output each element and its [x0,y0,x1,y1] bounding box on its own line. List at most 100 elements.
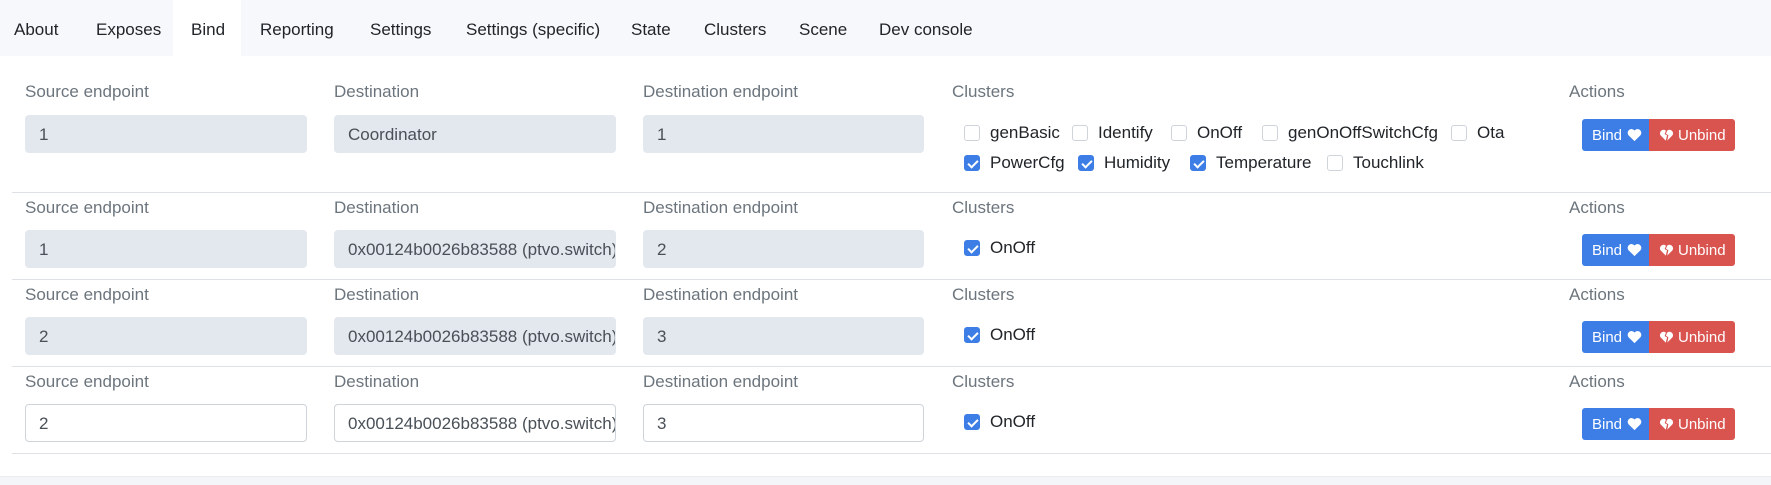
actions-label: Actions [1569,198,1625,217]
destination-endpoint-label: Destination endpoint [643,82,799,101]
cluster-name: Identify [1098,123,1153,142]
source-endpoint-label: Source endpoint [25,82,149,101]
unbind-button[interactable]: Unbind [1649,119,1735,151]
source-endpoint-select[interactable]: 1 [25,230,307,268]
cluster-name: OnOff [990,412,1036,431]
cluster-name: OnOff [990,238,1036,257]
cluster-checkbox-onoff[interactable]: OnOff [1171,123,1242,143]
checkbox-box[interactable] [1262,125,1278,141]
checkbox-box[interactable] [1072,125,1088,141]
bind-label: Bind [1592,415,1623,433]
heart-broken-icon [1659,129,1674,141]
destination-endpoint-label: Destination endpoint [643,285,799,304]
cluster-name: genOnOffSwitchCfg [1288,123,1438,142]
source-endpoint-label: Source endpoint [25,285,149,304]
destination-label: Destination [334,198,420,217]
destination-select[interactable]: 0x00124b0026b83588 (ptvo.switch) [334,404,616,442]
destination-endpoint-select[interactable]: 2 [643,230,924,268]
destination-endpoint-label: Destination endpoint [643,198,799,217]
tab-scene[interactable]: Scene [785,0,865,56]
cluster-name: PowerCfg [990,153,1065,172]
destination-endpoint-label: Destination endpoint [643,372,799,391]
source-endpoint-label: Source endpoint [25,198,149,217]
unbind-button[interactable]: Unbind [1649,408,1735,440]
source-endpoint-select[interactable]: 2 [25,317,307,355]
checkbox-box[interactable] [1327,155,1343,171]
unbind-button[interactable]: Unbind [1649,321,1735,353]
destination-endpoint-select[interactable]: 1 [643,115,924,153]
cluster-name: genBasic [990,123,1060,142]
actions-label: Actions [1569,82,1625,101]
tab-dev-console[interactable]: Dev console [865,0,995,56]
tab-bind[interactable]: Bind [173,0,241,56]
bind-label: Bind [1592,126,1623,144]
destination-label: Destination [334,82,420,101]
tab-about[interactable]: About [0,0,82,56]
row-divider [12,453,1771,454]
unbind-label: Unbind [1678,126,1726,144]
cluster-name: Temperature [1216,153,1312,172]
clusters-label: Clusters [952,372,1015,391]
checkbox-box[interactable] [964,414,980,430]
tab-settings[interactable]: Settings [356,0,441,56]
destination-label: Destination [334,285,420,304]
checkbox-box[interactable] [964,155,980,171]
destination-endpoint-select[interactable]: 3 [643,404,924,442]
tab-settings-specific[interactable]: Settings (specific) [452,0,617,56]
unbind-label: Unbind [1678,241,1726,259]
row-divider [12,366,1771,367]
destination-endpoint-select[interactable]: 3 [643,317,924,355]
checkbox-box[interactable] [964,125,980,141]
cluster-checkbox-touchlink[interactable]: Touchlink [1327,153,1424,173]
action-buttons: Bind Unbind [1582,408,1735,440]
clusters-label: Clusters [952,198,1015,217]
source-endpoint-select[interactable]: 1 [25,115,307,153]
destination-select[interactable]: 0x00124b0026b83588 (ptvo.switch) [334,230,616,268]
bind-button[interactable]: Bind [1582,234,1649,266]
tab-bar: About Exposes Bind Reporting Settings Se… [0,0,1771,56]
row-divider [12,279,1771,280]
checkbox-box[interactable] [964,240,980,256]
cluster-checkbox-temperature[interactable]: Temperature [1190,153,1311,173]
cluster-name: OnOff [990,325,1036,344]
destination-select[interactable]: 0x00124b0026b83588 (ptvo.switch) [334,317,616,355]
unbind-label: Unbind [1678,415,1726,433]
unbind-button[interactable]: Unbind [1649,234,1735,266]
tab-clusters[interactable]: Clusters [690,0,787,56]
action-buttons: Bind Unbind [1582,119,1735,151]
checkbox-box[interactable] [1078,155,1094,171]
destination-select[interactable]: Coordinator [334,115,616,153]
heart-icon [1627,129,1642,142]
cluster-name: OnOff [1197,123,1243,142]
checkbox-box[interactable] [1451,125,1467,141]
bind-button[interactable]: Bind [1582,408,1649,440]
cluster-checkbox-onoff[interactable]: OnOff [964,325,1035,345]
clusters-label: Clusters [952,82,1015,101]
bind-button[interactable]: Bind [1582,119,1649,151]
tab-reporting[interactable]: Reporting [246,0,353,56]
checkbox-box[interactable] [1171,125,1187,141]
tab-exposes[interactable]: Exposes [82,0,173,56]
actions-label: Actions [1569,372,1625,391]
unbind-label: Unbind [1678,328,1726,346]
cluster-checkbox-onoff[interactable]: OnOff [964,412,1035,432]
heart-broken-icon [1659,331,1674,343]
cluster-checkbox-identify[interactable]: Identify [1072,123,1153,143]
cluster-name: Touchlink [1353,153,1424,172]
heart-icon [1627,418,1642,431]
source-endpoint-select[interactable]: 2 [25,404,307,442]
actions-label: Actions [1569,285,1625,304]
tab-state[interactable]: State [617,0,689,56]
action-buttons: Bind Unbind [1582,234,1735,266]
cluster-checkbox-onoff[interactable]: OnOff [964,238,1035,258]
checkbox-box[interactable] [964,327,980,343]
cluster-checkbox-genonoffswitchcfg[interactable]: genOnOffSwitchCfg [1262,123,1438,143]
action-buttons: Bind Unbind [1582,321,1735,353]
cluster-checkbox-ota[interactable]: Ota [1451,123,1504,143]
cluster-checkbox-genbasic[interactable]: genBasic [964,123,1060,143]
checkbox-box[interactable] [1190,155,1206,171]
cluster-checkbox-humidity[interactable]: Humidity [1078,153,1170,173]
cluster-name: Humidity [1104,153,1171,172]
cluster-checkbox-powercfg[interactable]: PowerCfg [964,153,1065,173]
bind-button[interactable]: Bind [1582,321,1649,353]
